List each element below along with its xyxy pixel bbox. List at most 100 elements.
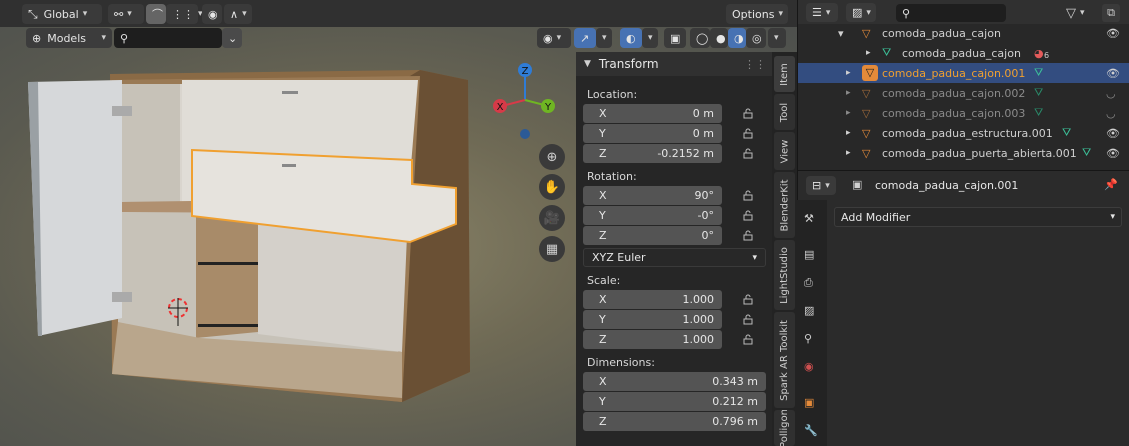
- lock-icon[interactable]: [742, 107, 754, 119]
- overlay-toggle[interactable]: ◐: [620, 28, 642, 48]
- scale-z-field[interactable]: Z 1.000: [583, 330, 722, 349]
- pan-button[interactable]: ✋: [539, 174, 565, 200]
- view-layer-tab-icon[interactable]: ▨: [804, 304, 820, 320]
- outliner-row[interactable]: ▸ ▽ comoda_padua_estructura.001 ⛛ 👁: [798, 123, 1129, 143]
- lock-icon[interactable]: [742, 127, 754, 139]
- dimensions-x-field[interactable]: X 0.343 m: [583, 372, 766, 391]
- rotation-mode-dropdown[interactable]: XYZ Euler ▾: [583, 248, 766, 267]
- falloff-dropdown[interactable]: ∧ ▾: [224, 4, 252, 24]
- tab-polligon[interactable]: Polligon: [774, 410, 795, 446]
- tool-tab-icon[interactable]: ⚒: [804, 212, 820, 228]
- lock-icon[interactable]: [742, 333, 754, 345]
- options-dropdown[interactable]: Options ▾: [726, 4, 788, 24]
- lock-icon[interactable]: [742, 209, 754, 221]
- overlay-dropdown[interactable]: ▾: [642, 28, 658, 48]
- zoom-icon: ⊕: [546, 149, 558, 165]
- outliner-row[interactable]: ▸ ▽ comoda_padua_cajon.002 ⛛ ◡: [798, 83, 1129, 103]
- shading-dropdown[interactable]: ▾: [768, 28, 786, 48]
- display-mode-dropdown[interactable]: ☰ ▾: [806, 3, 838, 22]
- location-y-field[interactable]: Y0 m: [583, 124, 722, 143]
- navigation-gizmo[interactable]: Z X Y: [490, 60, 560, 140]
- eye-icon: ◉: [543, 31, 553, 45]
- filter-dropdown[interactable]: ▽ ▾: [1066, 4, 1094, 22]
- collection-dropdown[interactable]: ⊕ Models ▾: [26, 28, 112, 48]
- new-collection-button[interactable]: ⧉: [1102, 4, 1120, 22]
- scene-tab-icon[interactable]: ⚲: [804, 332, 820, 348]
- xray-toggle[interactable]: ▣: [664, 28, 686, 48]
- wrench-icon[interactable]: 🔧: [804, 424, 820, 440]
- viewport-search-input[interactable]: ⚲: [114, 28, 222, 48]
- eye-closed-icon[interactable]: ◡: [1106, 87, 1116, 100]
- proportional-edit-icon: ◉: [208, 7, 218, 21]
- outliner-row[interactable]: ▾ ▽ comoda_padua_cajon 👁: [798, 23, 1129, 43]
- lock-icon[interactable]: [742, 313, 754, 325]
- snap-toggle[interactable]: ⌒: [146, 4, 166, 24]
- lock-icon[interactable]: [742, 229, 754, 241]
- lock-icon[interactable]: [742, 189, 754, 201]
- mesh-data-icon: ⛛: [882, 46, 892, 59]
- chevron-down-icon: ▾: [752, 252, 757, 263]
- tab-lightstudio[interactable]: LightStudio: [774, 240, 795, 310]
- gizmo-toggle[interactable]: ↗: [574, 28, 596, 48]
- tab-item[interactable]: Item: [774, 56, 795, 92]
- location-x-field[interactable]: X0 m: [583, 104, 722, 123]
- transform-orientation-icon: ⤡: [28, 6, 38, 21]
- rotation-label: Rotation:: [587, 170, 637, 183]
- lock-icon[interactable]: [742, 293, 754, 305]
- object-tab-icon[interactable]: ▣: [804, 396, 820, 412]
- outliner-row-selected[interactable]: ▸ ▽ comoda_padua_cajon.001 ⛛ 👁: [798, 63, 1129, 83]
- tab-view[interactable]: View: [774, 132, 795, 170]
- zoom-button[interactable]: ⊕: [539, 144, 565, 170]
- gizmo-dropdown[interactable]: ▾: [596, 28, 612, 48]
- transform-panel-header[interactable]: ▼ Transform ⋮⋮: [576, 52, 772, 76]
- editor-type-dropdown[interactable]: ⊟ ▾: [806, 176, 836, 195]
- dimensions-z-field[interactable]: Z 0.796 m: [583, 412, 766, 431]
- svg-text:Z: Z: [522, 66, 529, 77]
- drawer-rail-bottom: [198, 324, 258, 327]
- properties-icon: ⊟: [812, 179, 822, 192]
- drag-handle-icon[interactable]: ⋮⋮: [744, 58, 766, 71]
- render-tab-icon[interactable]: ▤: [804, 248, 820, 264]
- solid-shading-button[interactable]: ●: [710, 28, 728, 48]
- tab-blenderkit[interactable]: BlenderKit: [774, 172, 795, 238]
- eye-icon[interactable]: 👁: [1106, 27, 1120, 40]
- outliner-row[interactable]: ▸ ⛛ comoda_padua_cajon ◕ 6: [798, 43, 1129, 63]
- tab-spark-ar-toolkit[interactable]: Spark AR Toolkit: [774, 312, 795, 408]
- overlay-icon: ◐: [626, 31, 636, 45]
- eye-icon[interactable]: 👁: [1106, 147, 1120, 160]
- rendered-shading-button[interactable]: ◎: [746, 28, 766, 48]
- lock-icon[interactable]: [742, 147, 754, 159]
- outliner-row[interactable]: ▸ ▽ comoda_padua_puerta_abierta.001 ⛛ 👁: [798, 143, 1129, 163]
- neg-z-axis-handle[interactable]: [520, 129, 530, 139]
- world-tab-icon[interactable]: ◉: [804, 360, 820, 376]
- output-tab-icon[interactable]: ⎙: [804, 276, 820, 292]
- rotation-z-field[interactable]: Z 0°: [583, 226, 722, 245]
- visibility-dropdown[interactable]: ◉ ▾: [537, 28, 571, 48]
- orientation-dropdown[interactable]: ⤡ Global ▾: [22, 4, 102, 24]
- dimensions-y-field[interactable]: Y 0.212 m: [583, 392, 766, 411]
- perspective-toggle-button[interactable]: ▦: [539, 236, 565, 262]
- add-modifier-dropdown[interactable]: Add Modifier ▾: [834, 207, 1122, 227]
- material-shading-button[interactable]: ◑: [728, 28, 746, 48]
- snap-options[interactable]: ⋮⋮ ▾: [166, 4, 203, 24]
- rotation-y-field[interactable]: Y -0°: [583, 206, 722, 225]
- outliner-search-input[interactable]: ⚲: [896, 4, 1006, 22]
- search-options-button[interactable]: ⌄: [222, 28, 242, 48]
- globe-icon: ⊕: [32, 31, 42, 45]
- expand-arrow-icon: ▸: [846, 128, 851, 138]
- eye-icon[interactable]: 👁: [1106, 67, 1120, 80]
- eye-icon[interactable]: 👁: [1106, 127, 1120, 140]
- outliner-row[interactable]: ▸ ▽ comoda_padua_cajon.003 ⛛ ◡: [798, 103, 1129, 123]
- camera-view-button[interactable]: 🎥: [539, 205, 565, 231]
- location-z-field[interactable]: Z -0.2152 m: [583, 144, 722, 163]
- filter-view-dropdown[interactable]: ▨ ▾: [846, 3, 876, 22]
- tab-tool[interactable]: Tool: [774, 94, 795, 130]
- scale-y-field[interactable]: Y 1.000: [583, 310, 722, 329]
- eye-closed-icon[interactable]: ◡: [1106, 107, 1116, 120]
- proportional-edit-toggle[interactable]: ◉: [202, 4, 222, 24]
- rotation-x-field[interactable]: X 90°: [583, 186, 722, 205]
- pin-icon[interactable]: 📌: [1104, 178, 1118, 191]
- pivot-dropdown[interactable]: ⚯ ▾: [108, 4, 144, 24]
- scale-x-field[interactable]: X 1.000: [583, 290, 722, 309]
- wireframe-shading-button[interactable]: ◯: [690, 28, 710, 48]
